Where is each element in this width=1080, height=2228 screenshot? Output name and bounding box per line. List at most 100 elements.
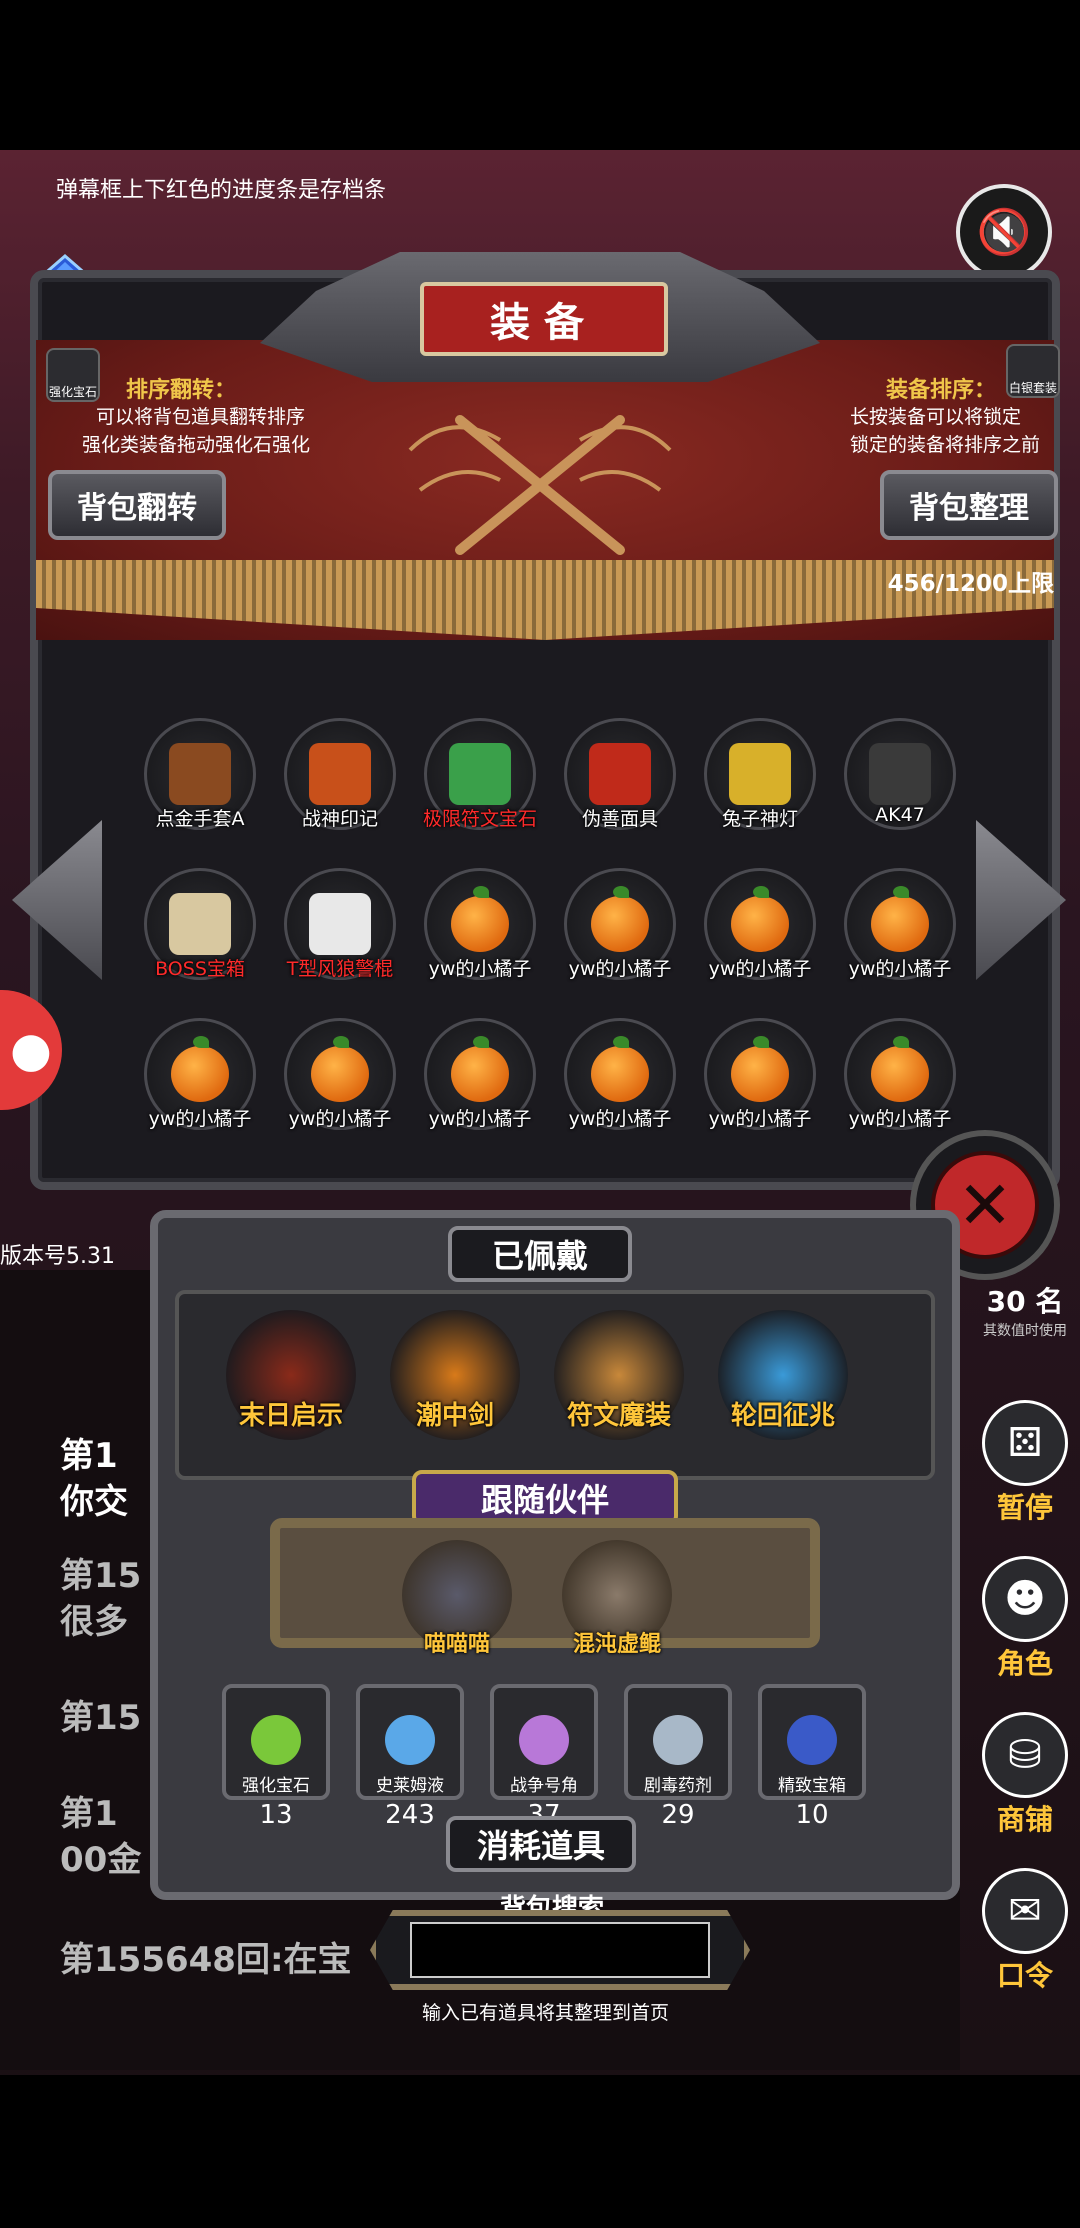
consumable-item[interactable]: 强化宝石 13 (222, 1684, 330, 1830)
side-item-character[interactable]: ☻ 角色 (970, 1556, 1080, 1682)
item-icon (869, 743, 931, 805)
item-label: yw的小橘子 (848, 1108, 952, 1130)
consumable-icon (385, 1715, 435, 1765)
consumable-item[interactable]: 精致宝箱 10 (758, 1684, 866, 1830)
inventory-slot[interactable]: yw的小橘子 (270, 1018, 410, 1168)
item-icon (309, 743, 371, 805)
crossed-swords-emblem-icon (408, 415, 672, 555)
item-icon (309, 893, 371, 955)
side-item-pause[interactable]: ⚄ 暂停 (970, 1400, 1080, 1526)
orange-icon (591, 886, 649, 952)
save-bar-hint: 弹幕框上下红色的进度条是存档条 (56, 178, 387, 203)
equip-sort-heading: 装备排序： (886, 378, 997, 403)
consumable-count: 13 (259, 1800, 293, 1830)
consumable-label: 精致宝箱 (778, 1776, 846, 1796)
consumable-icon (519, 1715, 569, 1765)
side-timer: 30 名 (986, 1285, 1064, 1318)
item-icon (589, 743, 651, 805)
log-line: 第15 (60, 1698, 142, 1738)
item-icon (729, 743, 791, 805)
scroll-icon: ✉ (982, 1868, 1068, 1954)
equipped-label: 符文魔装 (566, 1401, 671, 1431)
search-box (370, 1910, 750, 1990)
item-label: yw的小橘子 (428, 958, 532, 980)
inventory-slot[interactable]: BOSS宝箱 (130, 868, 270, 1018)
inventory-slot[interactable]: yw的小橘子 (410, 1018, 550, 1168)
orange-icon (171, 1036, 229, 1102)
item-label: 战神印记 (301, 808, 378, 830)
side-item-shop[interactable]: ⛁ 商铺 (970, 1712, 1080, 1838)
side-item-code[interactable]: ✉ 口令 (970, 1868, 1080, 1994)
inventory-slot[interactable]: 兔子神灯 (690, 718, 830, 868)
log-line: 00金 (60, 1840, 142, 1880)
item-label: 极限符文宝石 (422, 808, 537, 830)
item-icon (449, 743, 511, 805)
consumable-slot: 精致宝箱 (758, 1684, 866, 1800)
companion-slot[interactable]: 喵喵喵 (402, 1540, 512, 1657)
inventory-slot[interactable]: yw的小橘子 (690, 868, 830, 1018)
inventory-slot[interactable]: yw的小橘子 (550, 1018, 690, 1168)
bag-sort-button[interactable]: 背包整理 (880, 470, 1058, 540)
orange-icon (731, 886, 789, 952)
consumable-slot: 剧毒药剂 (624, 1684, 732, 1800)
inventory-slot[interactable]: 极限符文宝石 (410, 718, 550, 868)
inventory-slot[interactable]: 点金手套A (130, 718, 270, 868)
orange-icon (451, 886, 509, 952)
side-timer-sub: 其数值时使用 (983, 1323, 1067, 1339)
consumable-label: 史莱姆液 (376, 1776, 444, 1796)
inventory-slot[interactable]: yw的小橘子 (130, 1018, 270, 1168)
consumable-label: 战争号角 (510, 1776, 578, 1796)
search-input[interactable] (410, 1922, 710, 1978)
consumable-icon (653, 1715, 703, 1765)
enhance-gem-icon: 强化宝石 (46, 348, 100, 402)
mute-button[interactable]: 🔇 (956, 184, 1052, 280)
inventory-slot[interactable]: T型风狼警棍 (270, 868, 410, 1018)
equipped-label: 潮中剑 (415, 1401, 494, 1431)
consumable-slot: 史莱姆液 (356, 1684, 464, 1800)
consumable-item[interactable]: 剧毒药剂 29 (624, 1684, 732, 1830)
consumables-title: 消耗道具 (446, 1816, 636, 1872)
bag-flip-button[interactable]: 背包翻转 (48, 470, 226, 540)
user-icon: ● (10, 1022, 52, 1078)
consumable-count: 29 (661, 1800, 695, 1830)
sort-flip-line: 强化类装备拖动强化石强化 (82, 434, 311, 456)
equip-sort-line: 锁定的装备将排序之前 (850, 434, 1041, 456)
orange-icon (311, 1036, 369, 1102)
companion-slot[interactable]: 混沌虚鲲 (562, 1540, 672, 1657)
orange-icon (871, 1036, 929, 1102)
consumable-icon (251, 1715, 301, 1765)
item-label: yw的小橘子 (148, 1108, 252, 1130)
inventory-slot[interactable]: yw的小橘子 (830, 868, 970, 1018)
companion-label: 喵喵喵 (423, 1632, 490, 1657)
panel-title: 装备 (420, 282, 668, 356)
item-label: T型风狼警棍 (286, 958, 394, 980)
inventory-grid: 点金手套A 战神印记 极限符文宝石 伪善面具 兔子神灯 AK47 BOSS宝箱 T型风狼警棍 y… (130, 718, 970, 1168)
inventory-slot[interactable]: yw的小橘子 (410, 868, 550, 1018)
equipped-label: 末日启示 (238, 1401, 343, 1431)
inventory-slot[interactable]: yw的小橘子 (690, 1018, 830, 1168)
companion-label: 混沌虚鲲 (572, 1632, 661, 1657)
item-label: yw的小橘子 (428, 1108, 532, 1130)
consumable-slot: 战争号角 (490, 1684, 598, 1800)
log-line: 第155648回:在宝 (60, 1940, 352, 1980)
item-label: yw的小橘子 (568, 1108, 672, 1130)
consumable-slot: 强化宝石 (222, 1684, 330, 1800)
item-label: 伪善面具 (581, 808, 658, 830)
inventory-slot[interactable]: yw的小橘子 (550, 868, 690, 1018)
orange-icon (731, 1036, 789, 1102)
inventory-slot[interactable]: 战神印记 (270, 718, 410, 868)
silver-armor-icon: 白银套装 (1006, 344, 1060, 398)
equipped-slot[interactable]: 轮回征兆 (718, 1310, 848, 1440)
item-label: 点金手套A (155, 808, 245, 830)
speaker-muted-icon: 🔇 (976, 207, 1032, 258)
consumable-label: 强化宝石 (242, 1776, 310, 1796)
consumable-item[interactable]: 史莱姆液 243 (356, 1684, 464, 1830)
close-icon: ✕ (957, 1166, 1013, 1244)
consumable-item[interactable]: 战争号角 37 (490, 1684, 598, 1830)
inventory-slot[interactable]: 伪善面具 (550, 718, 690, 868)
inventory-slot[interactable]: AK47 (830, 718, 970, 868)
equipped-slot[interactable]: 末日启示 (226, 1310, 356, 1440)
equipped-slot[interactable]: 符文魔装 (554, 1310, 684, 1440)
equipped-slot[interactable]: 潮中剑 (390, 1310, 520, 1440)
item-label: yw的小橘子 (288, 1108, 392, 1130)
